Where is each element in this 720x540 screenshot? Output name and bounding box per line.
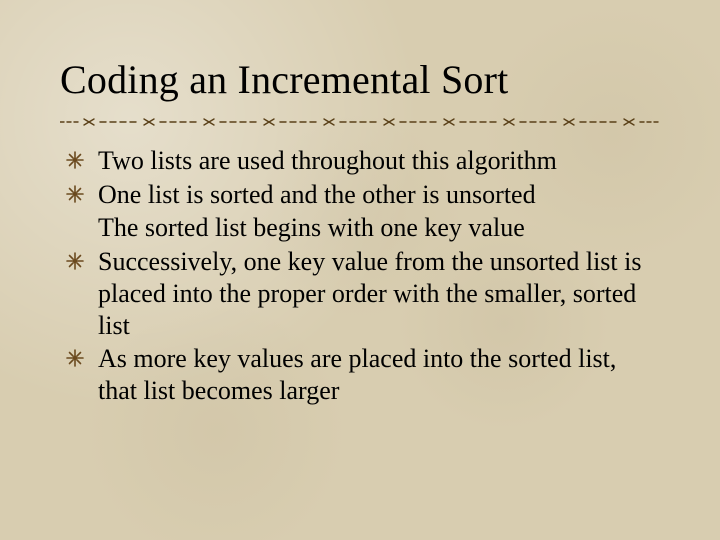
list-item-text: As more key values are placed into the s… bbox=[98, 344, 616, 405]
bullet-icon bbox=[66, 185, 84, 203]
list-item: The sorted list begins with one key valu… bbox=[98, 212, 660, 244]
title-divider bbox=[60, 117, 660, 127]
list-item-text: Successively, one key value from the uns… bbox=[98, 247, 641, 339]
list-item: Successively, one key value from the uns… bbox=[98, 246, 660, 341]
list-item: As more key values are placed into the s… bbox=[98, 343, 660, 406]
list-item: Two lists are used throughout this algor… bbox=[98, 145, 660, 177]
bullet-icon bbox=[66, 151, 84, 169]
list-item-text: Two lists are used throughout this algor… bbox=[98, 146, 557, 175]
stitch-divider-icon bbox=[60, 117, 660, 127]
slide: Coding an Incremental Sort bbox=[0, 0, 720, 540]
list-item: One list is sorted and the other is unso… bbox=[98, 179, 660, 211]
list-item-text: The sorted list begins with one key valu… bbox=[98, 213, 525, 242]
list-item-text: One list is sorted and the other is unso… bbox=[98, 180, 536, 209]
slide-title: Coding an Incremental Sort bbox=[60, 56, 660, 103]
bullet-list: Two lists are used throughout this algor… bbox=[60, 145, 660, 407]
bullet-icon bbox=[66, 252, 84, 270]
bullet-icon bbox=[66, 349, 84, 367]
